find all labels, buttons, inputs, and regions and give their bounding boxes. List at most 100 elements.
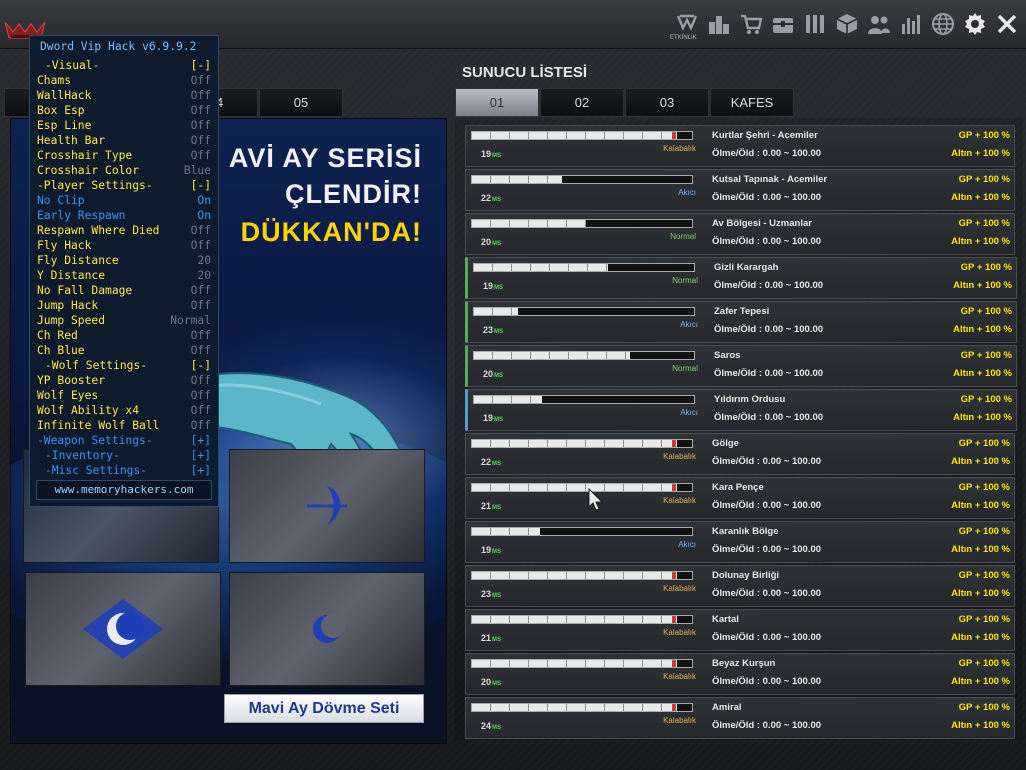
server-tab-kafes[interactable]: KAFES <box>710 88 794 117</box>
cheat-option-row[interactable]: Y Distance 20 <box>30 268 218 283</box>
server-tab-03[interactable]: 03 <box>625 88 709 117</box>
cheat-option-value: Off <box>190 74 211 87</box>
cheat-option-row[interactable]: Early Respawn On <box>30 208 218 223</box>
cheat-option-row[interactable]: Respawn Where Died Off <box>30 223 218 238</box>
server-status: Akıcı <box>678 188 696 197</box>
cheat-option-value: Off <box>190 404 211 417</box>
cheat-option-row[interactable]: Wolf Ability x4 Off <box>30 403 218 418</box>
cheat-option-row[interactable]: Ch Red Off <box>30 328 218 343</box>
cheat-option-row[interactable]: -Wolf Settings- [-] <box>30 358 218 373</box>
server-row[interactable]: 21MS Kalabalık Kara Pençe Ölme/Öld : 0.00 ~… <box>465 477 1015 519</box>
server-tab-02[interactable]: 02 <box>540 88 624 117</box>
box-icon[interactable] <box>832 9 862 39</box>
server-row[interactable]: 20MS Normal Av Bölgesi - Uzmanlar Ölme/Öld … <box>465 213 1015 255</box>
cheat-option-row[interactable]: Crosshair Type Off <box>30 148 218 163</box>
gear-icon[interactable] <box>960 9 990 39</box>
globe-icon[interactable] <box>928 9 958 39</box>
promo-tattoo-set-button[interactable]: Mavi Ay Dövme Seti <box>224 694 424 723</box>
server-row[interactable]: 22MS Kalabalık Gölge Ölme/Öld : 0.00 ~ 100.… <box>465 433 1015 475</box>
server-row[interactable]: 23MS Akıcı Zafer Tepesi Ölme/Öld : 0.00 ~ 1… <box>465 301 1017 343</box>
cheat-option-row[interactable]: No Clip On <box>30 193 218 208</box>
cheat-option-row[interactable]: Health Bar Off <box>30 133 218 148</box>
server-load-bar <box>471 527 693 536</box>
cheat-option-row[interactable]: No Fall Damage Off <box>30 283 218 298</box>
cheat-option-label: Ch Red <box>37 329 78 342</box>
server-row[interactable]: 23MS Kalabalık Dolunay Birliği Ölme/Öld : 0… <box>465 565 1015 607</box>
server-kd-range: Ölme/Öld : 0.00 ~ 100.00 <box>712 588 822 599</box>
cheat-option-value: 20 <box>197 269 211 282</box>
cheat-option-row[interactable]: -Inventory- [+] <box>30 448 218 463</box>
server-gp-bonus: GP + 100 % <box>958 702 1010 713</box>
friends-icon[interactable] <box>864 9 894 39</box>
cheat-option-row[interactable]: Fly Hack Off <box>30 238 218 253</box>
stats-icon[interactable] <box>896 9 926 39</box>
server-gold-bonus: Altın + 100 % <box>951 236 1010 247</box>
server-ping: 19MS <box>481 545 501 555</box>
cheat-option-row[interactable]: Chams Off <box>30 73 218 88</box>
server-row[interactable]: 19MS Kalabalık Kurtlar Şehri - Acemiler Ölm… <box>465 125 1015 167</box>
server-row[interactable]: 24MS Kalabalık Amiral Ölme/Öld : 0.00 ~ 100… <box>465 697 1015 739</box>
cheat-menu-list: -Visual- [-] Chams Off WallHack Off Box Esp Off… <box>30 58 218 478</box>
chest-icon[interactable] <box>768 9 798 39</box>
server-tab-01[interactable]: 01 <box>455 88 539 117</box>
etkinlik-label: ETKİNLİK <box>670 35 697 41</box>
cheat-option-row[interactable]: Crosshair Color Blue <box>30 163 218 178</box>
server-ping-value: 21 <box>481 633 492 643</box>
server-load-full-marker <box>672 704 676 711</box>
cheat-option-row[interactable]: YP Booster Off <box>30 373 218 388</box>
server-load-fill <box>472 220 587 227</box>
server-row[interactable]: 21MS Kalabalık Kartal Ölme/Öld : 0.00 ~ 100… <box>465 609 1015 651</box>
promo-headline-1: AVİ AY SERİSİ <box>228 143 422 173</box>
server-gp-bonus: GP + 100 % <box>960 262 1012 273</box>
server-ping-unit: MS <box>492 725 502 731</box>
server-gp-bonus: GP + 100 % <box>958 570 1010 581</box>
close-icon[interactable] <box>992 9 1022 39</box>
cart-icon[interactable] <box>736 9 766 39</box>
server-ping: 19MS <box>483 413 503 423</box>
cheat-option-row[interactable]: Esp Line Off <box>30 118 218 133</box>
server-row[interactable]: 19MS Normal Gizli Karargah Ölme/Öld : 0.00 … <box>465 257 1017 299</box>
server-row[interactable]: 19MS Akıcı Karanlık Bölge Ölme/Öld : 0.00 ~… <box>465 521 1015 563</box>
server-name: Gizli Karargah <box>714 262 779 273</box>
server-gp-bonus: GP + 100 % <box>958 218 1010 229</box>
cheat-option-row[interactable]: Jump Speed Normal <box>30 313 218 328</box>
server-ping-unit: MS <box>492 461 502 467</box>
city-icon[interactable] <box>704 9 734 39</box>
cheat-option-row[interactable]: -Weapon Settings- [+] <box>30 433 218 448</box>
cheat-option-label: Jump Hack <box>37 299 99 312</box>
server-row[interactable]: 20MS Normal Saros Ölme/Öld : 0.00 ~ 100.00 G… <box>465 345 1017 387</box>
cheat-option-value: Off <box>190 299 211 312</box>
cheat-option-row[interactable]: Ch Blue Off <box>30 343 218 358</box>
cheat-option-row[interactable]: Fly Distance 20 <box>30 253 218 268</box>
server-name: Saros <box>714 350 741 361</box>
server-kd-range: Ölme/Öld : 0.00 ~ 100.00 <box>712 500 822 511</box>
server-row[interactable]: 22MS Akıcı Kutsal Tapınak - Acemiler Ölme/Ö… <box>465 169 1015 211</box>
server-ping-unit: MS <box>492 153 502 159</box>
server-ping-value: 19 <box>481 545 492 555</box>
server-name: Yıldırım Ordusu <box>714 394 786 405</box>
cheat-option-row[interactable]: -Visual- [-] <box>30 58 218 73</box>
server-row[interactable]: 19MS Akıcı Yıldırım Ordusu Ölme/Öld : 0.00 … <box>465 389 1017 431</box>
cheat-menu-footer-link[interactable]: www.memoryhackers.com <box>36 480 212 500</box>
cheat-option-row[interactable]: Infinite Wolf Ball Off <box>30 418 218 433</box>
cheat-option-value: [+] <box>190 434 211 447</box>
server-status: Kalabalık <box>663 628 696 637</box>
server-ping-value: 19 <box>483 413 494 423</box>
server-ping: 22MS <box>481 457 501 467</box>
server-load-fill <box>472 484 677 491</box>
cheat-option-label: Esp Line <box>37 119 92 132</box>
cheat-option-row[interactable]: -Misc Settings- [+] <box>30 463 218 478</box>
cheat-option-row[interactable]: Box Esp Off <box>30 103 218 118</box>
etkinlik-icon[interactable]: ETKİNLİK <box>670 9 702 41</box>
armory-icon[interactable] <box>800 9 830 39</box>
server-load-full-marker <box>672 572 676 579</box>
server-row[interactable]: 20MS Kalabalık Beyaz Kurşun Ölme/Öld : 0.00… <box>465 653 1015 695</box>
cheat-option-row[interactable]: WallHack Off <box>30 88 218 103</box>
server-gold-bonus: Altın + 100 % <box>951 500 1010 511</box>
left-tab-05[interactable]: 05 <box>259 88 343 117</box>
cheat-option-row[interactable]: Wolf Eyes Off <box>30 388 218 403</box>
cheat-option-row[interactable]: -Player Settings- [-] <box>30 178 218 193</box>
server-tab-bar: 01 02 03 KAFES <box>455 88 795 117</box>
server-status: Kalabalık <box>663 144 696 153</box>
cheat-option-row[interactable]: Jump Hack Off <box>30 298 218 313</box>
